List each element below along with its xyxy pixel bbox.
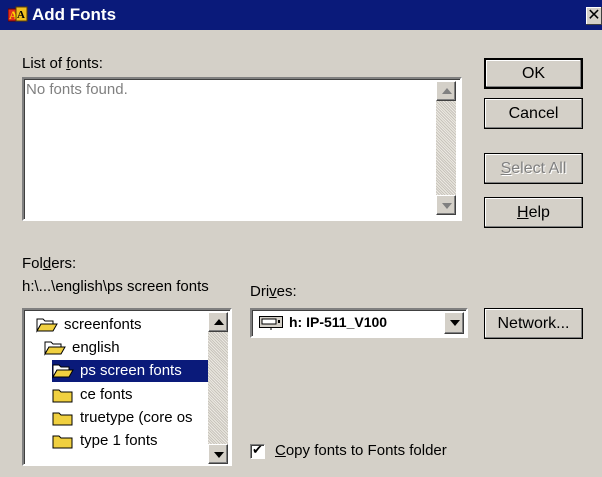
- cancel-button[interactable]: Cancel: [484, 98, 583, 129]
- folders-label: Folders:: [22, 255, 77, 272]
- close-icon: ✕: [587, 7, 601, 24]
- fonts-app-icon: A A: [7, 6, 28, 24]
- copy-fonts-checkbox[interactable]: ✔: [250, 442, 265, 459]
- arrow-down-icon: [442, 203, 452, 209]
- help-button[interactable]: Help: [484, 197, 583, 228]
- folder-list-scroll-down-button[interactable]: [208, 444, 228, 464]
- folder-item-ce-fonts[interactable]: ce fonts: [52, 384, 206, 406]
- font-list-label: List of fonts:: [22, 55, 103, 72]
- folder-icon: [52, 387, 74, 403]
- ok-button[interactable]: OK: [484, 58, 583, 89]
- arrow-up-icon: [214, 319, 224, 325]
- copy-fonts-label[interactable]: Copy fonts to Fonts folder: [275, 442, 447, 459]
- selected-drive: h: IP-511_V100: [289, 314, 388, 330]
- drives-dropdown-button[interactable]: [444, 312, 464, 334]
- open-folder-icon: [36, 317, 58, 333]
- folder-tree-list[interactable]: screenfonts english ps screen fonts ce f…: [22, 308, 232, 466]
- folder-item-english[interactable]: english: [44, 337, 206, 359]
- arrow-down-icon: [214, 452, 224, 458]
- folder-item-screenfonts[interactable]: screenfonts: [36, 314, 206, 336]
- folder-item-ps-screen-fonts[interactable]: ps screen fonts: [52, 360, 208, 382]
- checkmark-icon: ✔: [252, 442, 263, 457]
- font-list-scrollbar-track[interactable]: [436, 101, 456, 195]
- folder-icon: [52, 410, 74, 426]
- font-list-scroll-up-button[interactable]: [436, 81, 456, 101]
- folder-item-type-1-fonts[interactable]: type 1 fonts: [52, 430, 206, 452]
- folder-list-scroll-up-button[interactable]: [208, 312, 228, 332]
- open-folder-icon: [52, 363, 74, 379]
- font-list-box[interactable]: No fonts found.: [22, 77, 462, 221]
- window-title: Add Fonts: [32, 5, 117, 24]
- network-button[interactable]: Network...: [484, 308, 583, 339]
- font-list-empty-message: No fonts found.: [26, 81, 128, 98]
- network-drive-icon: [259, 316, 283, 334]
- chevron-down-icon: [450, 320, 460, 326]
- current-folder-path: h:\...\english\ps screen fonts: [22, 278, 209, 295]
- drives-dropdown[interactable]: h: IP-511_V100: [250, 308, 468, 338]
- folder-list-scrollbar-track[interactable]: [208, 332, 228, 444]
- svg-text:A: A: [17, 9, 25, 21]
- arrow-up-icon: [442, 88, 452, 94]
- title-bar: A A Add Fonts ✕: [0, 0, 602, 30]
- font-list-scroll-down-button[interactable]: [436, 195, 456, 215]
- close-button[interactable]: ✕: [586, 7, 602, 25]
- drives-label: Drives:: [250, 283, 297, 300]
- select-all-button[interactable]: Select All: [484, 153, 583, 184]
- open-folder-icon: [44, 340, 66, 356]
- folder-icon: [52, 433, 74, 449]
- folder-item-truetype[interactable]: truetype (core os: [52, 407, 206, 429]
